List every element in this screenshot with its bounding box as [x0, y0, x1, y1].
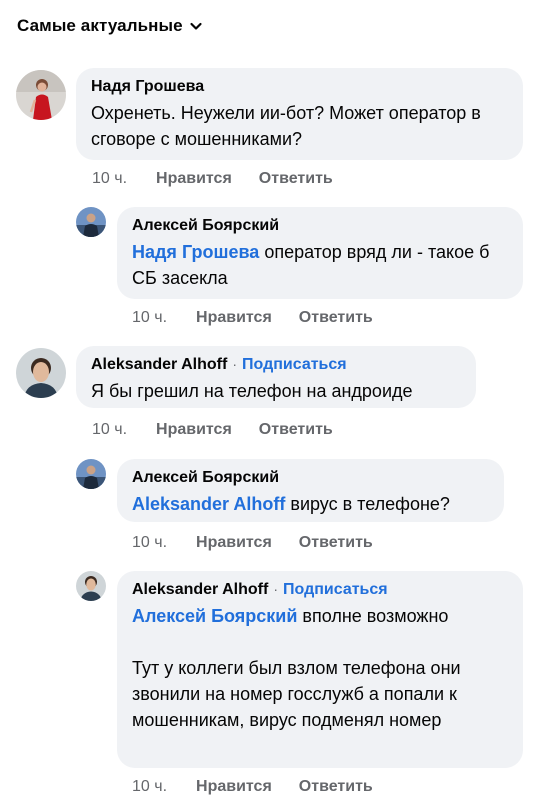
- comment-author[interactable]: Надя Грошева: [91, 78, 204, 96]
- comment-nadya: Надя Грошева Охренеть. Неужели ии-бот? М…: [16, 68, 523, 160]
- comment-time[interactable]: 10 ч.: [132, 778, 167, 796]
- comment-actions: 10 ч. Нравится Ответить: [132, 309, 373, 327]
- comment-bubble: Aleksander Alhoff · Подписаться Я бы гре…: [76, 346, 476, 408]
- mention-link[interactable]: Алексей Боярский: [132, 606, 297, 626]
- reply-button[interactable]: Ответить: [299, 534, 373, 552]
- comment-text-body: вирус в телефоне?: [285, 494, 450, 514]
- comment-bubble: Алексей Боярский Надя Грошева оператор в…: [117, 207, 523, 299]
- like-button[interactable]: Нравится: [156, 170, 232, 188]
- mention-link[interactable]: Aleksander Alhoff: [132, 494, 285, 514]
- reply-button[interactable]: Ответить: [299, 309, 373, 327]
- avatar[interactable]: [16, 70, 66, 120]
- comment-bubble: Aleksander Alhoff · Подписаться Алексей …: [117, 571, 523, 768]
- comment-time[interactable]: 10 ч.: [132, 309, 167, 327]
- comment-author[interactable]: Aleksander Alhoff: [132, 581, 268, 599]
- follow-button[interactable]: Подписаться: [283, 581, 388, 599]
- like-button[interactable]: Нравится: [196, 309, 272, 327]
- follow-button[interactable]: Подписаться: [242, 356, 347, 374]
- comment-text: Надя Грошева оператор вряд ли - такое б …: [132, 239, 492, 291]
- mention-link[interactable]: Надя Грошева: [132, 242, 259, 262]
- avatar[interactable]: [76, 207, 106, 237]
- comment-actions: 10 ч. Нравится Ответить: [132, 778, 373, 796]
- avatar[interactable]: [16, 348, 66, 398]
- comment-text: Тут у коллеги был взлом телефона они зво…: [132, 658, 466, 730]
- comment-text-body: вполне возможно: [297, 606, 449, 626]
- comment-actions: 10 ч. Нравится Ответить: [92, 170, 333, 188]
- reply-aleksey-1: Алексей Боярский Надя Грошева оператор в…: [76, 207, 523, 299]
- reply-button[interactable]: Ответить: [259, 421, 333, 439]
- comment-text: Я бы грешил на телефон на андроиде: [91, 381, 413, 401]
- like-button[interactable]: Нравится: [196, 778, 272, 796]
- chevron-down-icon: [190, 22, 202, 30]
- avatar[interactable]: [76, 571, 106, 601]
- comment-author[interactable]: Aleksander Alhoff: [91, 356, 227, 374]
- avatar[interactable]: [76, 459, 106, 489]
- comment-actions: 10 ч. Нравится Ответить: [92, 421, 333, 439]
- comment-author[interactable]: Алексей Боярский: [132, 469, 279, 487]
- comment-aleksander: Aleksander Alhoff · Подписаться Я бы гре…: [16, 346, 476, 408]
- sort-selector[interactable]: Самые актуальные: [17, 16, 204, 36]
- comment-author[interactable]: Алексей Боярский: [132, 217, 279, 235]
- like-button[interactable]: Нравится: [196, 534, 272, 552]
- comment-time[interactable]: 10 ч.: [92, 170, 127, 188]
- comment-bubble: Надя Грошева Охренеть. Неужели ии-бот? М…: [76, 68, 523, 160]
- comment-time[interactable]: 10 ч.: [132, 534, 167, 552]
- comment-text: Aleksander Alhoff вирус в телефоне?: [132, 491, 489, 517]
- separator-dot: ·: [232, 356, 237, 372]
- comment-actions: 10 ч. Нравится Ответить: [132, 534, 373, 552]
- comment-text-line1: Алексей Боярский вполне возможно: [132, 603, 508, 629]
- reply-button[interactable]: Ответить: [299, 778, 373, 796]
- comment-text: Охренеть. Неужели ии-бот? Может оператор…: [91, 103, 486, 149]
- reply-aleksander: Aleksander Alhoff · Подписаться Алексей …: [76, 571, 523, 768]
- separator-dot: ·: [273, 581, 278, 597]
- like-button[interactable]: Нравится: [156, 421, 232, 439]
- sort-label: Самые актуальные: [17, 16, 183, 35]
- reply-button[interactable]: Ответить: [259, 170, 333, 188]
- reply-aleksey-2: Алексей Боярский Aleksander Alhoff вирус…: [76, 459, 504, 522]
- comment-time[interactable]: 10 ч.: [92, 421, 127, 439]
- comment-bubble: Алексей Боярский Aleksander Alhoff вирус…: [117, 459, 504, 522]
